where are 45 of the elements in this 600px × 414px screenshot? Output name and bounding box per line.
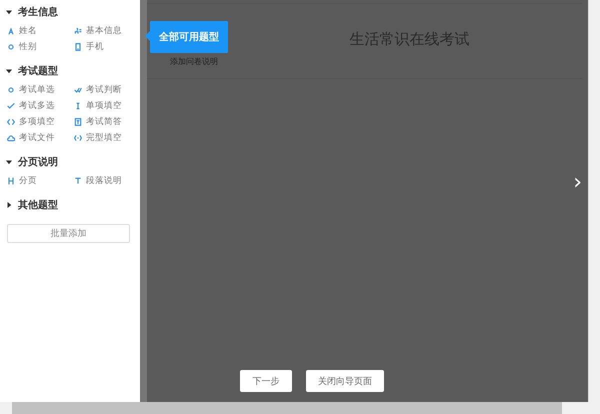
question-type-item[interactable]: 多项填空 — [6, 114, 73, 130]
question-type-icon — [74, 27, 82, 35]
question-type-icon — [74, 102, 82, 110]
wizard-button[interactable]: 下一步 — [240, 370, 292, 392]
question-type-icon — [74, 177, 82, 185]
question-type-item[interactable]: 手机 — [73, 39, 133, 55]
caret-icon — [6, 68, 12, 74]
tooltip-pointer — [145, 31, 150, 41]
question-type-icon — [74, 134, 82, 142]
question-type-item[interactable]: 基本信息 — [73, 23, 133, 39]
question-type-icon — [7, 118, 15, 126]
question-type-icon — [7, 86, 15, 94]
question-type-icon — [74, 86, 82, 94]
question-type-item[interactable]: 考试判断 — [73, 82, 133, 98]
question-type-icon — [7, 102, 15, 110]
caret-icon — [6, 9, 12, 15]
question-type-icon — [7, 43, 15, 51]
section-header[interactable]: 考生信息 — [6, 4, 132, 20]
question-type-item[interactable]: 考试简答 — [73, 114, 133, 130]
question-type-icon — [74, 118, 82, 126]
section-header[interactable]: 其他题型 — [6, 197, 132, 213]
question-type-item[interactable]: 性别 — [6, 39, 73, 55]
question-type-item[interactable]: 姓名 — [6, 23, 73, 39]
wizard-button[interactable]: 关闭向导页面 — [306, 370, 384, 392]
question-type-item[interactable]: 单项填空 — [73, 98, 133, 114]
horizontal-scrollbar[interactable] — [0, 402, 600, 414]
question-type-icon — [7, 134, 15, 142]
question-type-item[interactable]: 考试多选 — [6, 98, 73, 114]
caret-icon — [6, 202, 12, 208]
section-header[interactable]: 考试题型 — [6, 63, 132, 79]
question-type-item[interactable]: 分页 — [6, 173, 73, 189]
caret-icon — [6, 159, 12, 165]
question-type-item[interactable]: 考试单选 — [6, 82, 73, 98]
question-type-icon — [7, 177, 15, 185]
tooltip: 全部可用题型 — [150, 21, 228, 53]
question-type-item[interactable]: 考试文件 — [6, 130, 73, 146]
question-type-icon — [74, 43, 82, 51]
question-type-item[interactable]: 段落说明 — [73, 173, 133, 189]
next-arrow[interactable]: › — [573, 170, 582, 196]
batch-add-button[interactable]: 批量添加 — [7, 224, 130, 243]
question-type-icon — [7, 27, 15, 35]
question-type-item[interactable]: 完型填空 — [73, 130, 133, 146]
add-description-link[interactable]: 添加问卷说明 — [170, 56, 218, 67]
section-header[interactable]: 分页说明 — [6, 154, 132, 170]
vertical-scrollbar[interactable] — [588, 0, 600, 402]
